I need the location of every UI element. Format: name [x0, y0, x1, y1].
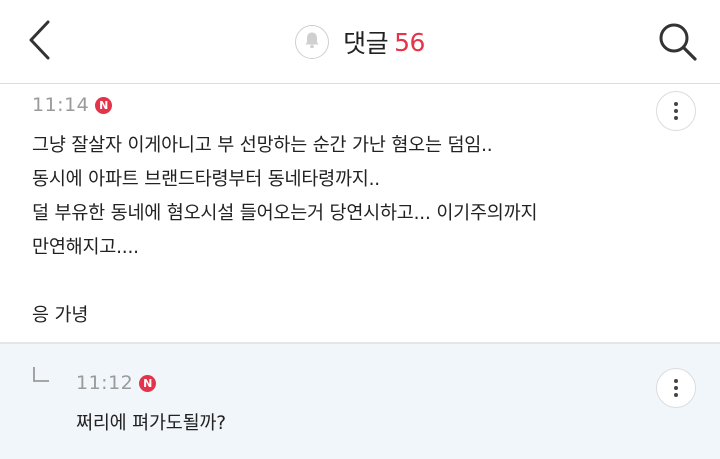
comment-line [32, 265, 537, 299]
comment-text: 그냥 잘살자 이게아니고 부 선망하는 순간 가난 혐오는 덤임.. 동시에 아… [32, 129, 537, 333]
reply-text: 쩌리에 펴가도될까? [76, 407, 226, 441]
reply-time: 11:12 [76, 372, 134, 394]
more-vertical-icon [674, 378, 678, 399]
page-title: 댓글 [343, 29, 389, 58]
comment-line: 그냥 잘살자 이게아니고 부 선망하는 순간 가난 혐오는 덤임.. [32, 135, 493, 156]
comment-line: 응 가녕 [32, 305, 89, 326]
new-badge: N [139, 374, 157, 392]
header-bar: 댓글 56 [0, 0, 720, 84]
bell-icon [302, 30, 322, 54]
new-badge: N [95, 96, 113, 114]
reply-more-button[interactable] [656, 368, 696, 408]
comments-screen: 댓글 56 11:14 N 그냥 잘살자 이게아니고 부 선망하는 순간 가난 [0, 0, 720, 459]
comment-line: 만연해지고.... [32, 237, 139, 258]
notification-toggle-button[interactable] [295, 25, 330, 59]
comment-meta: 11:14 N [32, 94, 113, 116]
comment-item: 11:14 N 그냥 잘살자 이게아니고 부 선망하는 순간 가난 혐오는 덤임… [0, 84, 720, 343]
reply-arrow-icon [32, 366, 50, 384]
reply-item: 11:12 N 쩌리에 펴가도될까? [0, 343, 720, 459]
comment-count: 56 [394, 27, 425, 57]
search-icon [657, 21, 699, 67]
search-button[interactable] [654, 20, 702, 68]
back-button[interactable] [18, 20, 62, 64]
reply-line: 쩌리에 펴가도될까? [76, 413, 226, 434]
more-vertical-icon [674, 101, 678, 122]
chevron-left-icon [26, 18, 54, 66]
comment-line: 덜 부유한 동네에 혐오시설 들어오는거 당연시하고... 이기주의까지 [32, 203, 538, 224]
reply-meta: 11:12 N [76, 372, 157, 394]
comment-more-button[interactable] [656, 91, 696, 131]
comment-time: 11:14 [32, 94, 90, 116]
comment-line: 동시에 아파트 브랜드타령부터 동네타령까지.. [32, 169, 380, 190]
